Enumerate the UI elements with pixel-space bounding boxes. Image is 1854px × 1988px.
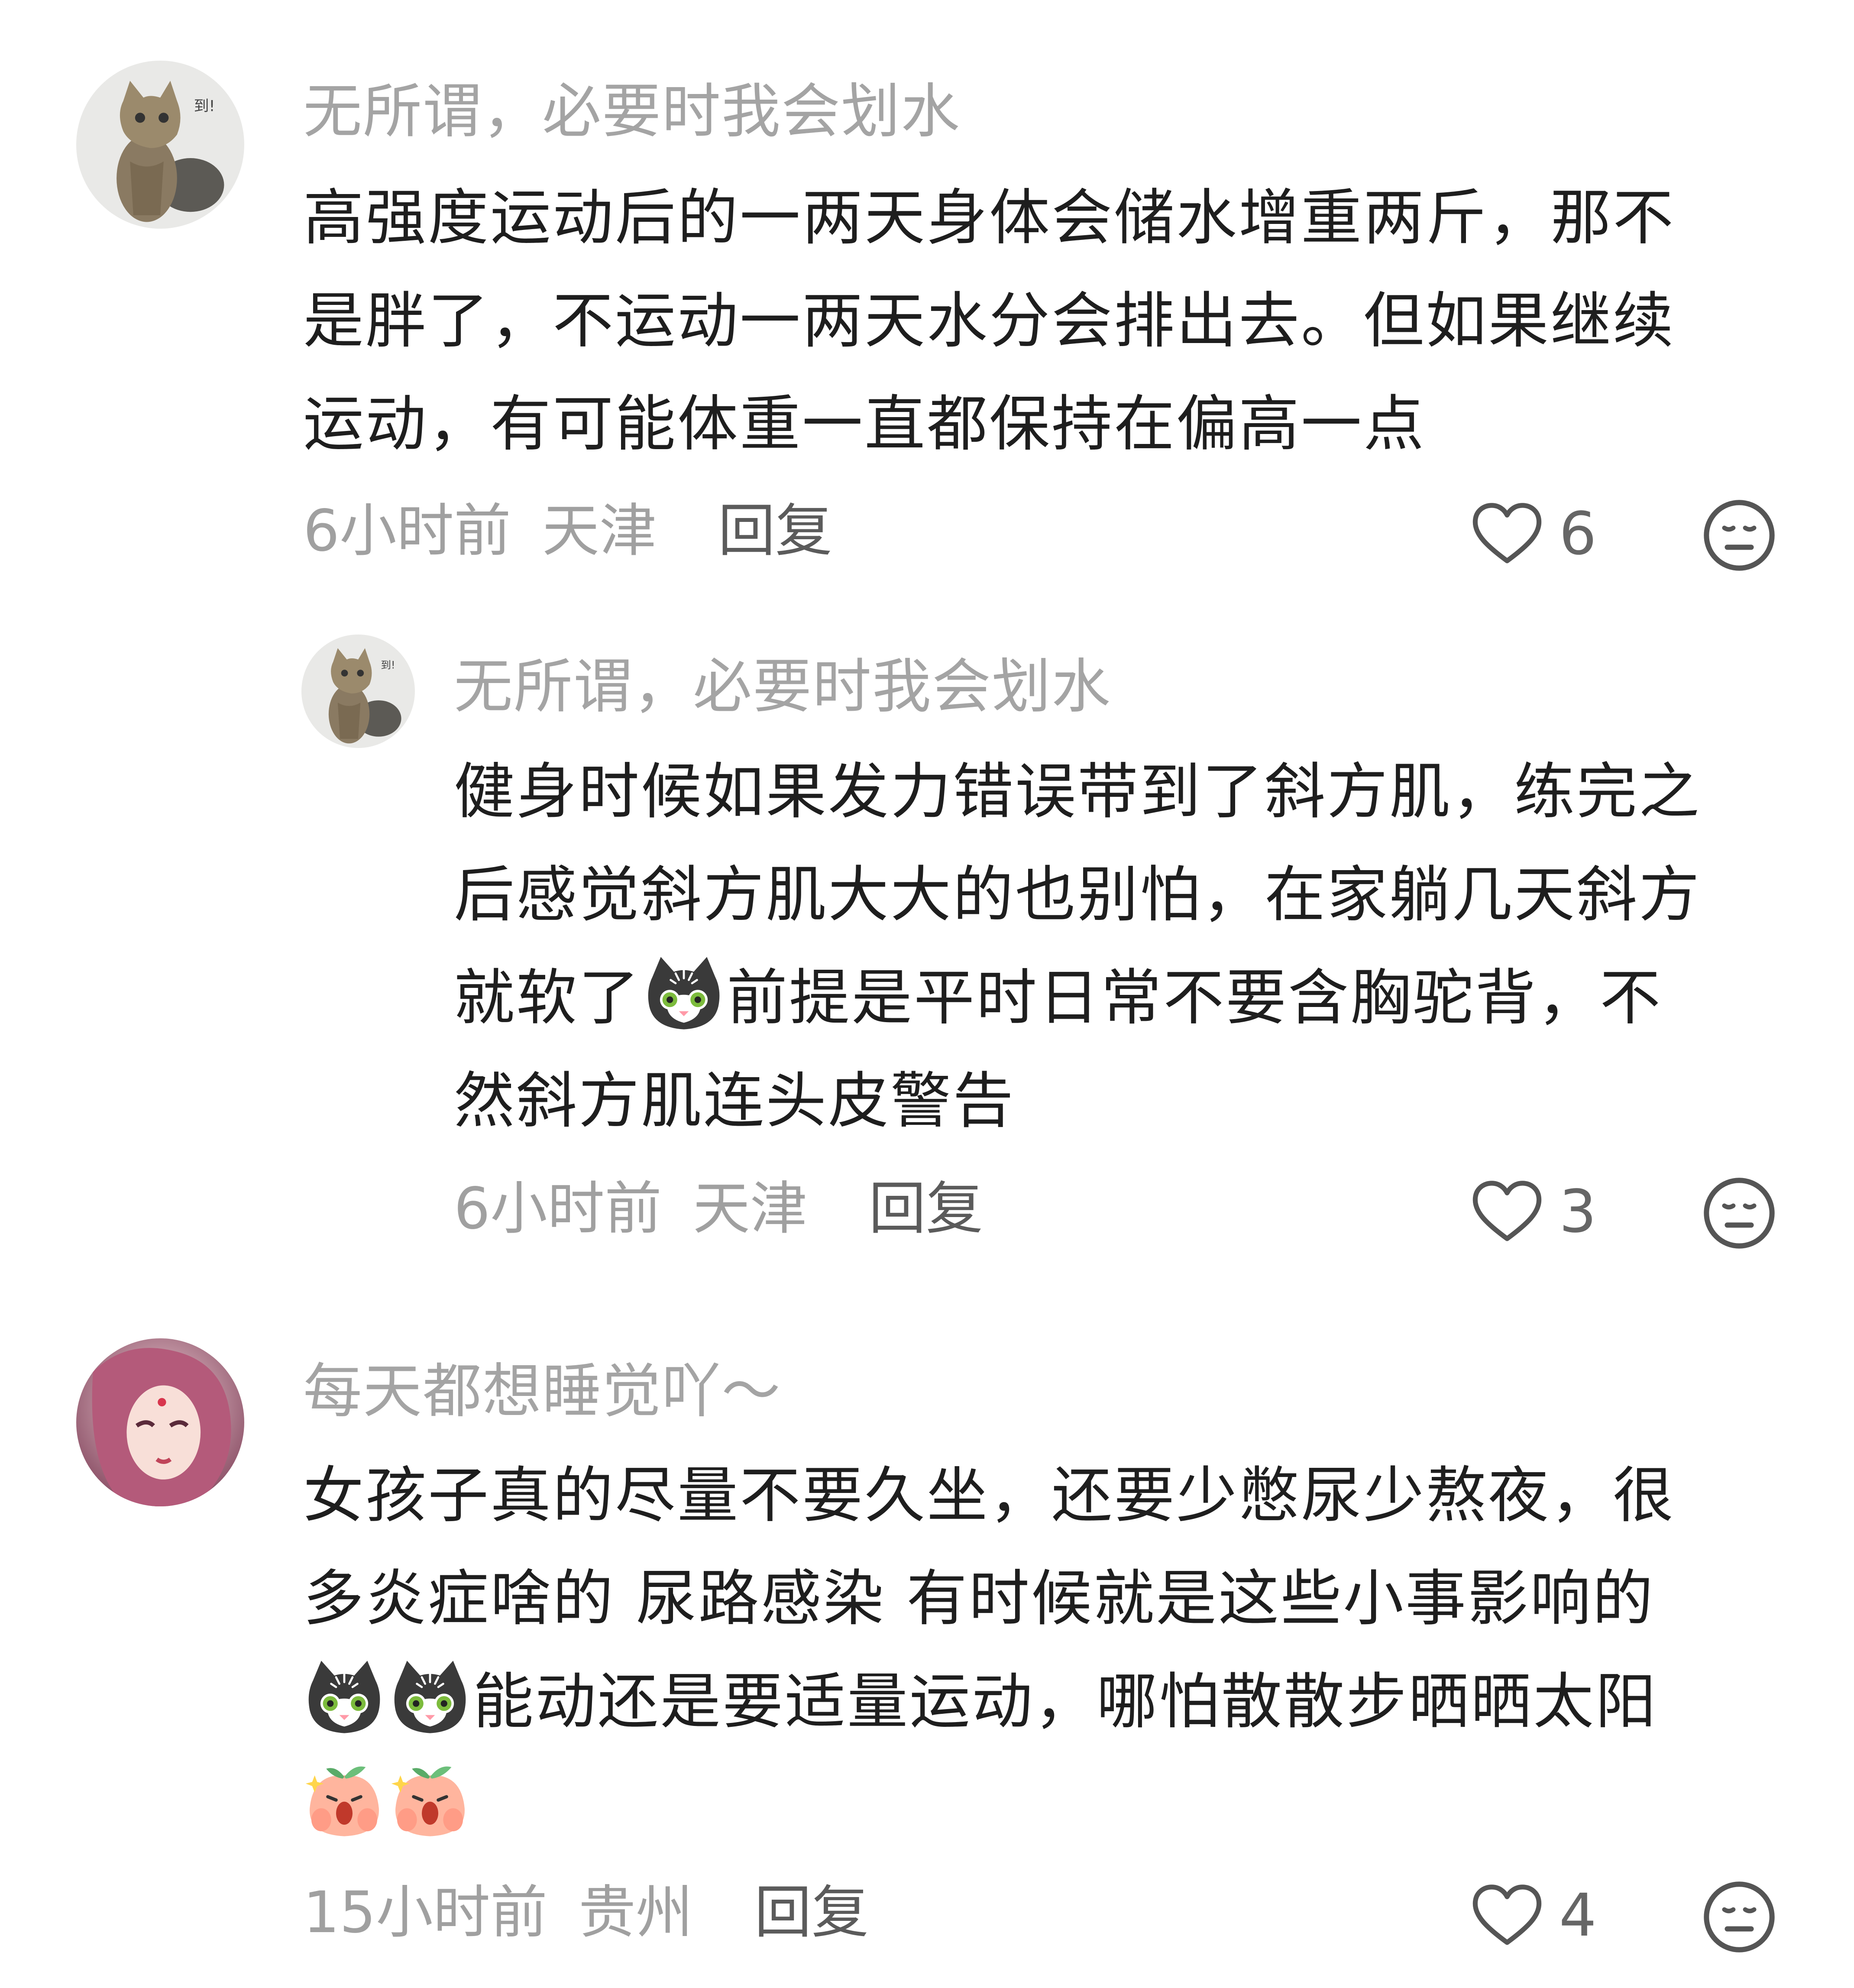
heart-outline-icon — [1472, 1884, 1542, 1947]
avatar[interactable]: 到! — [76, 61, 244, 229]
avatar[interactable] — [76, 1338, 244, 1506]
heart-outline-icon — [1472, 502, 1542, 565]
like-count: 6 — [1559, 499, 1597, 568]
cat-avatar-icon: 到! — [76, 61, 244, 229]
avatar[interactable]: 到! — [301, 635, 415, 748]
reply-button[interactable]: 回复 — [869, 1175, 983, 1242]
comment-text-fragment: 前提是平时日常不要含胸驼背，不 — [727, 963, 1663, 1033]
like-button[interactable]: 6 — [1472, 502, 1597, 565]
cat-face-emoji — [303, 1656, 385, 1738]
timestamp: 6小时前 — [454, 1175, 662, 1242]
reply-button[interactable]: 回复 — [754, 1879, 869, 1946]
meh-face-icon[interactable] — [1702, 498, 1776, 573]
comment-text-fragment: 能动还是要适量运动，哪怕散散步晒晒太阳 — [473, 1667, 1658, 1737]
like-button[interactable]: 3 — [1472, 1180, 1597, 1243]
avatar-badge: 到! — [381, 659, 395, 671]
peach-shock-emoji — [303, 1759, 385, 1841]
comment-meta: 15小时前 贵州 回复 — [303, 1884, 869, 1941]
comment-line: 是胖了，不运动一两天水分会排出去。但如果继续 — [303, 286, 1676, 356]
timestamp: 6小时前 — [303, 498, 511, 564]
heart-outline-icon — [1472, 1180, 1542, 1243]
like-count: 3 — [1559, 1177, 1597, 1246]
meh-face-icon[interactable] — [1702, 1880, 1776, 1954]
comment-line: 能动还是要适量运动，哪怕散散步晒晒太阳 — [303, 1651, 1776, 1754]
comment-line: 后感觉斜方肌大大的也别怕，在家躺几天斜方 — [454, 860, 1702, 930]
timestamp: 15小时前 — [303, 1879, 547, 1946]
meh-face-icon[interactable] — [1702, 1176, 1776, 1250]
avatar-badge: 到! — [194, 97, 215, 115]
girl-avatar-icon — [76, 1338, 244, 1506]
comment-text-fragment: 就软了 — [454, 963, 641, 1033]
location: 贵州 — [578, 1879, 693, 1946]
comment-line — [303, 1754, 1776, 1857]
username[interactable]: 每天都想睡觉吖～ — [303, 1362, 781, 1421]
cat-face-emoji — [389, 1656, 471, 1738]
comment-line: 女孩子真的尽量不要久坐，还要少憋尿少熬夜，很 — [303, 1460, 1676, 1531]
comment-line: 健身时候如果发力错误带到了斜方肌，练完之 — [454, 757, 1702, 827]
comment-meta: 6小时前 天津 回复 — [454, 1180, 983, 1237]
reply-button[interactable]: 回复 — [718, 498, 832, 564]
location: 天津 — [542, 498, 657, 564]
cat-avatar-icon: 到! — [301, 635, 415, 748]
comment-line: 高强度运动后的一两天身体会储水增重两斤，那不 — [303, 183, 1676, 253]
cat-face-emoji — [643, 952, 725, 1034]
location: 天津 — [692, 1175, 807, 1242]
comment-line: 就软了 前提是平时日常不要含胸驼背，不 — [454, 947, 1818, 1050]
comment-line: 运动，有可能体重一直都保持在偏高一点 — [303, 389, 1426, 460]
like-button[interactable]: 4 — [1472, 1884, 1597, 1947]
comment-meta: 6小时前 天津 回复 — [303, 502, 832, 560]
comment-text: 健身时候如果发力错误带到了斜方肌，练完之 后感觉斜方肌大大的也别怕，在家躺几天斜… — [454, 741, 1818, 1153]
username[interactable]: 无所谓，必要时我会划水 — [303, 82, 961, 141]
comment-text: 女孩子真的尽量不要久坐，还要少憋尿少熬夜，很 多炎症啥的 尿路感染 有时候就是这… — [303, 1444, 1776, 1857]
like-count: 4 — [1559, 1881, 1597, 1950]
username[interactable]: 无所谓，必要时我会划水 — [454, 657, 1111, 716]
comment-text: 高强度运动后的一两天身体会储水增重两斤，那不 是胖了，不运动一两天水分会排出去。… — [303, 167, 1776, 476]
peach-shock-emoji — [389, 1759, 471, 1841]
comment-line: 然斜方肌连头皮警告 — [454, 1066, 1016, 1136]
comment-line: 多炎症啥的 尿路感染 有时候就是这些小事影响的 — [303, 1564, 1655, 1634]
